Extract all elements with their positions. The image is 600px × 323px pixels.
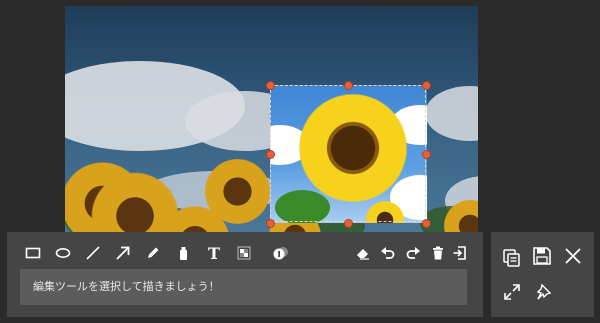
copy-icon <box>503 249 520 267</box>
resize-handle-bottom[interactable] <box>344 219 353 228</box>
resize-handle-top[interactable] <box>344 81 353 90</box>
number-stamp-tool[interactable] <box>270 242 292 264</box>
arrow-tool[interactable] <box>112 242 134 264</box>
rectangle-icon <box>25 247 41 259</box>
copy-button[interactable] <box>500 246 524 270</box>
expand-icon <box>504 284 520 300</box>
undo-icon <box>381 247 395 259</box>
cloud <box>425 86 478 141</box>
save-icon <box>533 247 551 265</box>
resize-handle-right[interactable] <box>422 150 431 159</box>
resize-handle-bottom-right[interactable] <box>422 219 431 228</box>
arrow-icon <box>116 246 130 260</box>
eraser-icon <box>357 249 369 260</box>
expand-button[interactable] <box>500 280 524 304</box>
mosaic-icon <box>237 246 251 260</box>
line-icon <box>86 246 100 260</box>
trash-icon <box>433 246 443 260</box>
rectangle-tool[interactable] <box>22 242 44 264</box>
text-tool-label: T <box>208 243 220 263</box>
selection-frame <box>270 85 426 222</box>
pencil-tool[interactable] <box>142 242 164 264</box>
pin-icon <box>536 283 552 300</box>
resize-handle-bottom-left[interactable] <box>266 219 275 228</box>
pencil-icon <box>148 247 159 258</box>
ellipse-tool[interactable] <box>52 242 74 264</box>
eraser-tool[interactable] <box>352 242 374 264</box>
resize-handle-top-right[interactable] <box>422 81 431 90</box>
resize-handle-left[interactable] <box>266 150 275 159</box>
close-button[interactable] <box>561 244 585 268</box>
exit-button[interactable] <box>449 242 471 264</box>
resize-handle-top-left[interactable] <box>266 81 275 90</box>
number-stamp-icon <box>273 247 288 260</box>
pin-button[interactable] <box>531 280 555 304</box>
mosaic-tool[interactable] <box>233 242 255 264</box>
close-icon <box>565 248 581 264</box>
marker-tool[interactable] <box>172 242 194 264</box>
undo-button[interactable] <box>377 242 399 264</box>
redo-icon <box>406 247 420 259</box>
action-panel <box>491 232 594 317</box>
exit-icon <box>453 246 466 260</box>
delete-button[interactable] <box>427 242 449 264</box>
marker-icon <box>180 247 187 260</box>
save-button[interactable] <box>530 244 554 268</box>
line-tool[interactable] <box>82 242 104 264</box>
text-tool[interactable]: T <box>203 242 225 264</box>
drawing-toolbar: T 編集ツールを選択して描きましょう！ <box>7 232 483 317</box>
redo-button[interactable] <box>402 242 424 264</box>
status-message: 編集ツールを選択して描きましょう！ <box>20 269 467 305</box>
ellipse-icon <box>55 248 71 258</box>
